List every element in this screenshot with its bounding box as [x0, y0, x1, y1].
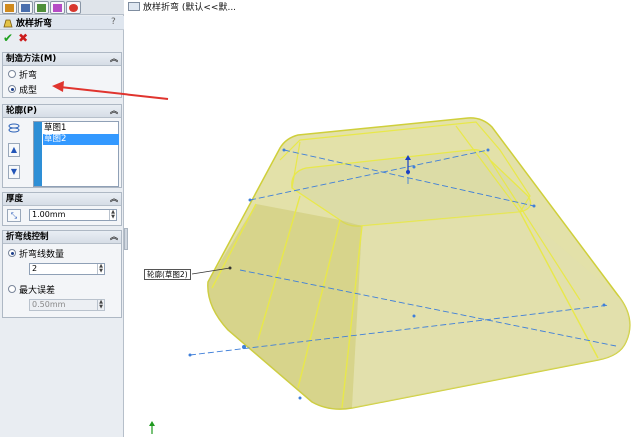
profile-callout-label[interactable]: 轮廓(草图2)	[144, 269, 191, 280]
lofted-part[interactable]	[207, 117, 631, 410]
model-viewport[interactable]	[0, 0, 641, 437]
coordinate-axes-icon	[149, 421, 155, 434]
callout-anchor	[228, 266, 232, 270]
annotation-arrow	[52, 81, 169, 100]
